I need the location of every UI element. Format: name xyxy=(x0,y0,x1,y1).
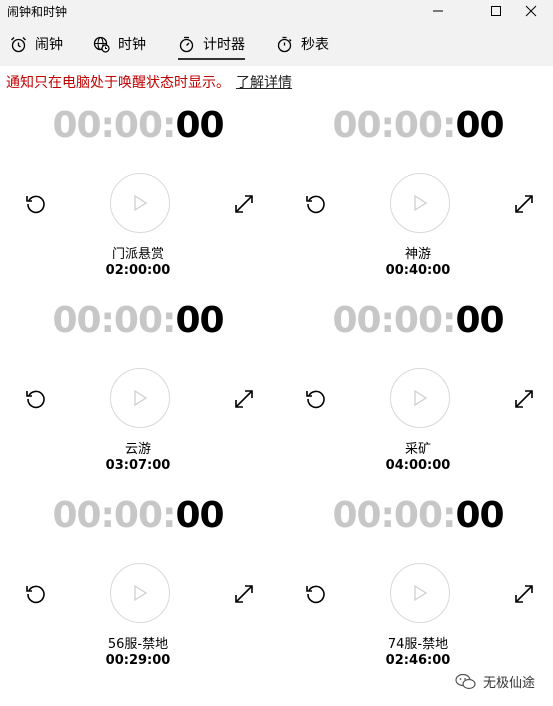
expand-icon xyxy=(515,585,533,603)
expand-icon xyxy=(235,585,253,603)
timer-display: 00:00:00 xyxy=(0,303,276,339)
timer-seconds: 00 xyxy=(175,300,224,341)
reset-button[interactable] xyxy=(303,581,329,607)
timer-display: 00:00:00 xyxy=(280,303,553,339)
timer-seconds: 00 xyxy=(455,495,504,536)
play-icon xyxy=(134,584,148,602)
timer-display: 00:00:00 xyxy=(280,498,553,534)
timer-seconds: 00 xyxy=(175,495,224,536)
timer-hours-minutes: 00:00: xyxy=(52,300,176,341)
timer-hours-minutes: 00:00: xyxy=(332,300,456,341)
wechat-icon xyxy=(455,673,476,689)
watermark-text: 无极仙途 xyxy=(483,676,536,691)
timer-card: 00:00:00 神游 00:40:00 xyxy=(280,0,553,278)
timer-name: 56服-禁地 xyxy=(107,637,169,652)
reset-button[interactable] xyxy=(23,581,49,607)
play-button[interactable] xyxy=(110,563,170,623)
timer-card: 00:00:00 采矿 04:00:00 xyxy=(280,195,553,473)
timer-card: 00:00:00 56服-禁地 00:29:00 xyxy=(0,390,276,668)
timer-name: 74服-禁地 xyxy=(387,637,449,652)
timer-duration: 02:46:00 xyxy=(385,653,451,668)
expand-button[interactable] xyxy=(231,581,257,607)
timer-card: 00:00:00 门派悬赏 02:00:00 xyxy=(0,0,276,278)
timer-duration: 00:29:00 xyxy=(105,653,171,668)
play-button[interactable] xyxy=(390,563,450,623)
reset-icon xyxy=(26,585,45,604)
timer-seconds: 00 xyxy=(175,105,224,146)
timer-seconds: 00 xyxy=(455,300,504,341)
expand-button[interactable] xyxy=(511,581,537,607)
timer-card: 00:00:00 云游 03:07:00 xyxy=(0,195,276,473)
timer-display: 00:00:00 xyxy=(0,498,276,534)
play-icon xyxy=(414,584,428,602)
watermark: 无极仙途 xyxy=(455,672,535,691)
timer-display: 00:00:00 xyxy=(0,108,276,144)
timer-display: 00:00:00 xyxy=(280,108,553,144)
timer-hours-minutes: 00:00: xyxy=(332,495,456,536)
timer-hours-minutes: 00:00: xyxy=(52,105,176,146)
timer-seconds: 00 xyxy=(455,105,504,146)
timer-hours-minutes: 00:00: xyxy=(332,105,456,146)
timer-hours-minutes: 00:00: xyxy=(52,495,176,536)
reset-icon xyxy=(306,585,325,604)
timer-card: 00:00:00 74服-禁地 02:46:00 xyxy=(280,390,553,668)
